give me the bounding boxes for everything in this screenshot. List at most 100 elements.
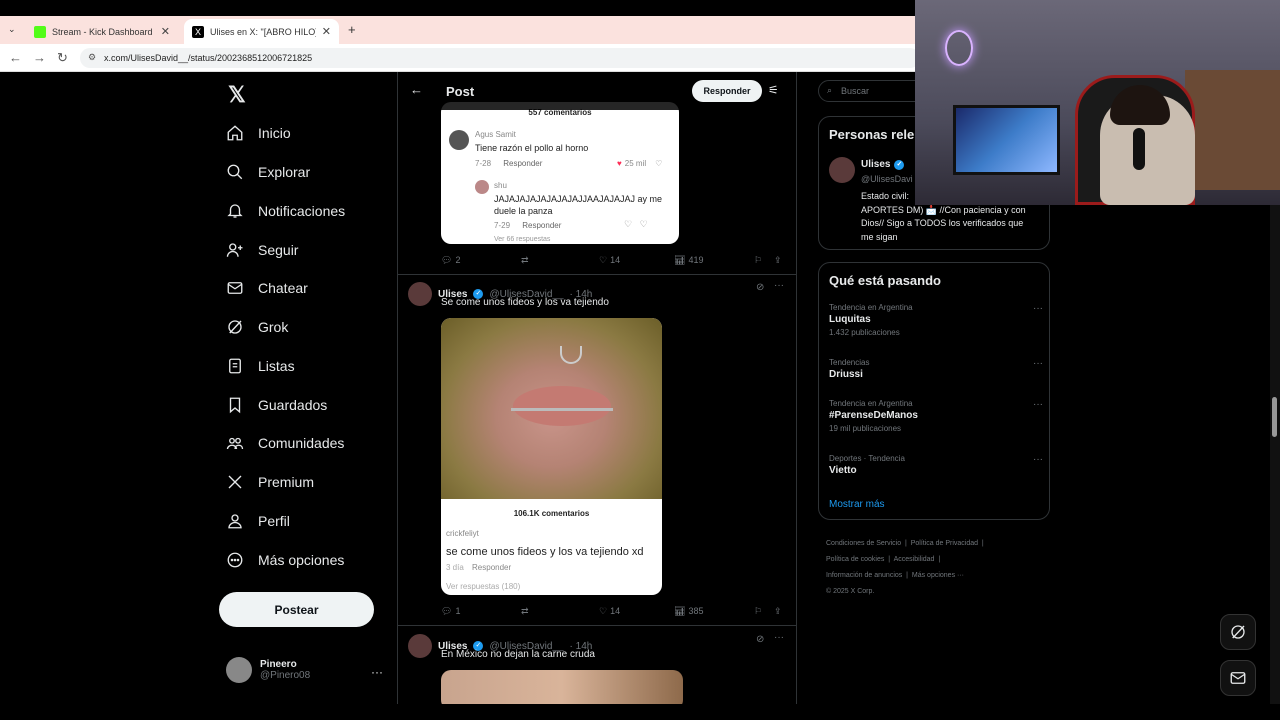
related-bio-line: me sigan <box>861 231 898 242</box>
views-action[interactable]: 📊︎ 385 <box>674 606 754 617</box>
lips-photo <box>441 318 662 499</box>
retweet-icon[interactable]: ⇄ <box>521 255 599 266</box>
site-info-icon[interactable]: ⚙ <box>88 52 96 63</box>
nav-explorar[interactable]: Explorar <box>226 160 310 184</box>
comment-text: se come unos fideos y los va tejiendo xd <box>446 546 644 558</box>
tab-x-post[interactable]: X Ulises en X: "[ABRO HILO] Mejo ✕ <box>184 19 339 44</box>
like-action[interactable]: ♡ 14 <box>599 606 674 617</box>
comment-reply-link: Responder <box>503 159 543 168</box>
nav-chatear[interactable]: Chatear <box>226 276 308 300</box>
footer-link[interactable]: Política de Privacidad <box>911 540 978 547</box>
related-name[interactable]: Ulises <box>861 159 890 170</box>
nav-mas-opciones[interactable]: Más opciones <box>226 548 344 572</box>
trend-name: Vietto <box>829 465 857 476</box>
reply-action[interactable]: 💬︎ 1 <box>441 606 521 617</box>
account-name: Pineero <box>260 659 297 670</box>
share-icon[interactable]: ⇪ <box>774 606 782 617</box>
reply-action[interactable]: 💬︎ 2 <box>441 255 521 266</box>
bookmark-icon[interactable]: ⚐ <box>754 255 774 266</box>
url-bar[interactable]: ⚙ x.com/UlisesDavid__/status/20023685120… <box>80 48 920 68</box>
post-button[interactable]: Postear <box>219 592 374 627</box>
nav-comunidades[interactable]: Comunidades <box>226 431 344 455</box>
nav-seguir[interactable]: Seguir <box>226 238 298 262</box>
views-action[interactable]: 📊︎ 419 <box>674 255 754 266</box>
page-title: Post <box>446 84 475 99</box>
like-count: 14 <box>610 606 621 616</box>
reload-icon[interactable]: ↻ <box>57 50 68 66</box>
grok-icon[interactable]: ⊘ <box>756 634 764 645</box>
neon-smiley-sign <box>945 30 973 66</box>
nav-label: Perfil <box>258 513 290 529</box>
reply-count: 1 <box>455 606 461 616</box>
mail-icon <box>227 282 243 294</box>
trend-item[interactable]: Tendencia en Argentina Luquitas 1.432 pu… <box>829 303 1043 337</box>
trend-item[interactable]: Tendencia en Argentina #ParenseDeManos 1… <box>829 399 1043 433</box>
scrollbar-thumb[interactable] <box>1272 397 1277 437</box>
nav-grok[interactable]: Grok <box>226 315 288 339</box>
more-dots-icon[interactable]: ··· <box>1033 399 1043 410</box>
x-logo-icon <box>228 475 242 489</box>
tweet-image-card[interactable] <box>441 670 683 704</box>
grok-icon[interactable]: ⊘ <box>756 282 764 293</box>
trend-item[interactable]: Tendencias Driussi ··· <box>829 358 1043 380</box>
account-switcher[interactable]: Pineero @Pinero08 <box>226 657 310 683</box>
footer-link[interactable]: Accesibilidad <box>894 556 935 563</box>
home-icon <box>227 125 243 141</box>
grok-fab[interactable] <box>1220 614 1256 650</box>
reply-button[interactable]: Responder <box>692 80 762 102</box>
nav-premium[interactable]: Premium <box>226 470 314 494</box>
retweet-icon[interactable]: ⇄ <box>521 606 599 617</box>
more-dots-icon[interactable]: ··· <box>1033 303 1043 314</box>
account-handle: @Pinero08 <box>260 670 311 681</box>
list-icon <box>229 358 241 374</box>
avatar[interactable] <box>408 634 432 658</box>
back-arrow-icon[interactable]: ← <box>410 82 423 97</box>
avatar[interactable] <box>408 282 432 306</box>
show-more-link[interactable]: Mostrar más <box>829 499 885 510</box>
nav-perfil[interactable]: Perfil <box>226 509 290 533</box>
tab-list-dropdown-icon[interactable]: ⌄ <box>8 24 16 35</box>
share-icon[interactable]: ⇪ <box>774 255 782 266</box>
tweet-image-card[interactable]: 106.1K comentarios crickfeliyt se come u… <box>441 318 662 595</box>
more-dots-icon[interactable]: ··· <box>1033 454 1043 465</box>
more-dots-icon[interactable]: ··· <box>1033 358 1043 369</box>
like-action[interactable]: ♡ 14 <box>599 255 674 266</box>
divider <box>398 274 796 275</box>
comment-meta-row: 7-29 Responder <box>494 221 561 230</box>
comment-text: JAJAJAJAJAJAJAJAJJAAJAJAJAJ ay me duele … <box>494 194 663 216</box>
reply-count: 2 <box>455 255 461 265</box>
kick-favicon-icon <box>34 25 46 38</box>
comment-author: Agus Samit <box>475 130 516 139</box>
nav-notificaciones[interactable]: Notificaciones <box>226 199 345 223</box>
trend-item[interactable]: Deportes · Tendencia Vietto ··· <box>829 454 1043 476</box>
avatar[interactable] <box>829 157 855 183</box>
nav-inicio[interactable]: Inicio <box>226 121 291 145</box>
sliders-icon[interactable]: ⚟ <box>768 83 779 97</box>
bookmark-icon <box>229 397 241 414</box>
verified-badge-icon: ✓ <box>894 159 905 170</box>
footer-link[interactable]: Política de cookies <box>826 556 884 563</box>
trend-count: 1.432 publicaciones <box>829 328 900 337</box>
new-tab-icon[interactable]: + <box>348 22 356 37</box>
more-replies-link: Ver respuestas (180) <box>446 582 521 591</box>
x-logo-icon[interactable]: 𝕏 <box>228 82 246 108</box>
nav-guardados[interactable]: Guardados <box>226 393 327 417</box>
footer-link[interactable]: Condiciones de Servicio <box>826 540 901 547</box>
footer-link[interactable]: Información de anuncios <box>826 572 902 579</box>
tweet-image-card[interactable]: 557 comentarios Agus Samit Tiene razón e… <box>441 102 679 244</box>
more-dots-icon[interactable]: ··· <box>371 665 383 679</box>
footer-link[interactable]: Más opciones ··· <box>912 572 964 579</box>
tab-kick-dashboard[interactable]: Stream - Kick Dashboard ✕ <box>26 19 178 44</box>
close-tab-icon[interactable]: ✕ <box>161 25 170 38</box>
back-arrow-icon[interactable]: ← <box>9 50 22 65</box>
close-tab-icon[interactable]: ✕ <box>322 25 331 38</box>
more-dots-icon[interactable]: ··· <box>774 632 784 643</box>
related-name-row: Ulises ✓ <box>861 159 905 170</box>
bookmark-icon[interactable]: ⚐ <box>754 606 774 617</box>
messages-fab[interactable] <box>1220 660 1256 696</box>
forward-arrow-icon[interactable]: → <box>33 50 46 65</box>
nav-listas[interactable]: Listas <box>226 354 295 378</box>
nav-label: Más opciones <box>258 552 345 568</box>
more-dots-icon[interactable]: ··· <box>774 280 784 291</box>
nav-label: Explorar <box>258 164 311 180</box>
